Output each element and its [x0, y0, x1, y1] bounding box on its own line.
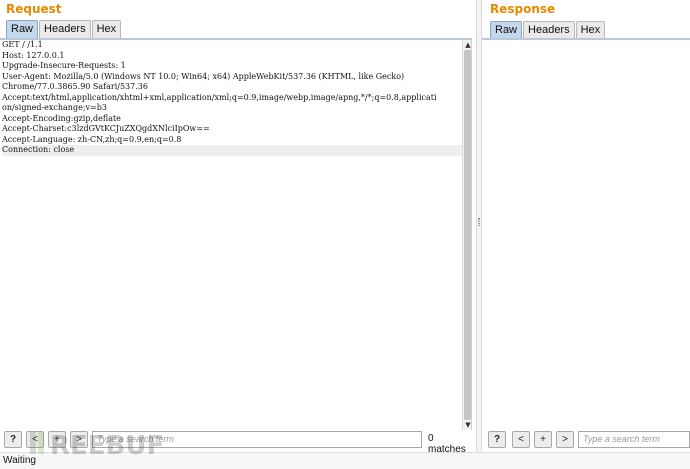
request-tab-headers[interactable]: Headers	[39, 20, 91, 39]
response-search-help-button[interactable]: ?	[488, 431, 506, 448]
response-search-prev-button[interactable]: <	[512, 431, 530, 448]
splitter-grip-icon[interactable]	[478, 218, 480, 226]
request-line: Accept-Language: zh-CN,zh;q=0.9,en;q=0.8	[2, 134, 182, 144]
request-title: Request	[6, 2, 62, 16]
request-line: Accept-Encoding:gzip,deflate	[2, 113, 121, 123]
request-text[interactable]: GET / /1.1 Host: 127.0.0.1 Upgrade-Insec…	[2, 40, 462, 156]
request-tab-raw[interactable]: Raw	[6, 20, 39, 39]
scroll-down-icon[interactable]: ▼	[464, 421, 471, 429]
request-search-add-button[interactable]: +	[48, 431, 66, 448]
request-line: Host: 127.0.0.1	[2, 50, 65, 60]
request-search-field[interactable]	[92, 431, 422, 448]
request-editor[interactable]: GET / /1.1 Host: 127.0.0.1 Upgrade-Insec…	[0, 40, 472, 430]
response-search-add-button[interactable]: +	[534, 431, 552, 448]
scroll-up-icon[interactable]: ▲	[464, 41, 471, 49]
request-line: Upgrade-Insecure-Requests: 1	[2, 61, 126, 70]
scrollbar-thumb[interactable]	[464, 50, 471, 420]
request-line-current: Connection: close	[2, 145, 462, 156]
request-search-help-button[interactable]: ?	[4, 431, 22, 448]
response-title: Response	[490, 2, 556, 16]
response-editor[interactable]	[482, 40, 690, 430]
response-search-field[interactable]	[578, 431, 690, 448]
request-line: GET / /1.1	[2, 40, 43, 49]
request-line: Accept:text/html,application/xhtml+xml,a…	[2, 92, 437, 102]
status-bar: Waiting	[0, 452, 690, 469]
response-search-input[interactable]	[583, 434, 689, 444]
request-line: Accept-Charset:c3lzdGVtKCJuZXQgdXNlciIpO…	[2, 124, 210, 133]
request-scrollbar[interactable]: ▲ ▼	[462, 40, 471, 430]
request-line: on/signed-exchange;v=b3	[2, 103, 107, 112]
request-tab-hex[interactable]: Hex	[91, 20, 122, 39]
status-text: Waiting	[3, 455, 36, 466]
request-search-prev-button[interactable]: <	[26, 431, 44, 448]
request-tabs: Raw Headers Hex	[6, 20, 122, 39]
request-search-next-button[interactable]: >	[70, 431, 88, 448]
request-line: Chrome/77.0.3865.90 Safari/537.36	[2, 82, 148, 91]
request-search-bar: ? < + > 0 matches	[4, 431, 474, 455]
response-pane: Response Raw Headers Hex ? < + >	[482, 0, 690, 452]
request-pane: Request Raw Headers Hex GET / /1.1 Host:…	[0, 0, 476, 455]
request-search-input[interactable]	[97, 434, 421, 444]
response-search-next-button[interactable]: >	[556, 431, 574, 448]
response-search-bar: ? < + >	[486, 431, 690, 449]
request-line: User-Agent: Mozilla/5.0 (Windows NT 10.0…	[2, 71, 405, 81]
